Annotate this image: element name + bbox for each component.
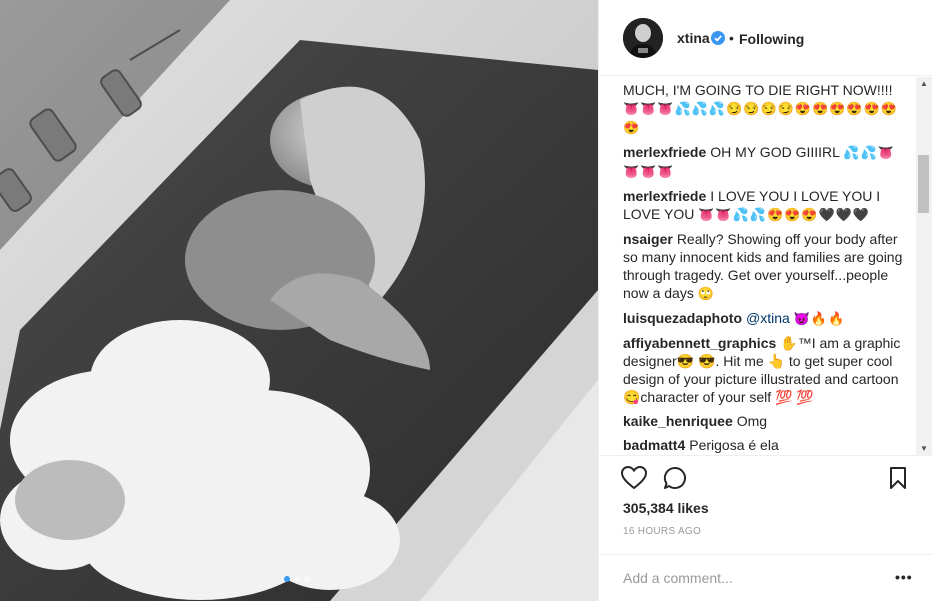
carousel-dot-active <box>284 576 290 582</box>
post-username[interactable]: xtina <box>677 30 710 46</box>
comment-emoji: 😈🔥🔥 <box>793 311 846 326</box>
comment-text: OH MY GOD GIIIIRL <box>710 144 840 160</box>
comment-username[interactable]: merlexfriede <box>623 188 706 204</box>
header-separator: • <box>729 30 734 46</box>
comment-emoji: 🙄 <box>697 286 715 301</box>
comment-item: merlexfriede I LOVE YOU I LOVE YOU I LOVE… <box>623 187 905 224</box>
avatar-image <box>623 18 663 58</box>
post-timestamp[interactable]: 16 HOURS AGO <box>623 526 701 537</box>
comment-text: MUCH, I'M GOING TO DIE RIGHT NOW!!!! <box>623 82 893 98</box>
comment-item: merlexfriede OH MY GOD GIIIIRL 💦💦👅👅👅👅 <box>623 143 905 181</box>
comment-text: Omg <box>736 413 768 429</box>
bath-photo-image <box>0 0 598 601</box>
carousel-indicator <box>284 576 310 582</box>
comment-icon[interactable] <box>663 466 687 490</box>
comment-username[interactable]: nsaiger <box>623 231 673 247</box>
comments-list[interactable]: MUCH, I'M GOING TO DIE RIGHT NOW!!!! 👅👅👅… <box>599 77 933 455</box>
more-icon[interactable]: ••• <box>895 570 913 584</box>
heart-icon[interactable] <box>621 466 647 490</box>
comment-input[interactable] <box>621 565 875 591</box>
comment-item: kaike_henriquee Omg <box>623 412 905 430</box>
comment-item: luisquezadaphoto @xtina 😈🔥🔥 <box>623 309 905 328</box>
comment-mention[interactable]: @xtina <box>746 310 790 326</box>
comment-username[interactable]: affiyabennett_graphics <box>623 335 776 351</box>
add-comment-bar: ••• <box>599 554 933 601</box>
comment-emoji: 👅👅👅💦💦💦😏😏😏😏😍😍😍😍😍😍😍 <box>623 101 898 135</box>
comment-text: Perigosa é ela <box>689 437 779 453</box>
post-header: xtina • Following <box>599 0 933 76</box>
comment-username[interactable]: merlexfriede <box>623 144 706 160</box>
comment-username[interactable]: badmatt4 <box>623 437 685 453</box>
comment-item: MUCH, I'M GOING TO DIE RIGHT NOW!!!! 👅👅👅… <box>623 81 905 137</box>
likes-count[interactable]: 305,384 likes <box>623 500 709 516</box>
scroll-up-icon[interactable]: ▲ <box>920 79 928 88</box>
comment-item: nsaiger Really? Showing off your body aft… <box>623 230 905 303</box>
comment-item: badmatt4 Perigosa é ela <box>623 436 905 454</box>
post-actions: 305,384 likes 16 HOURS AGO <box>599 455 933 555</box>
comment-emoji: 👅👅💦💦😍😍😍🖤🖤🖤 <box>698 207 871 222</box>
comment-username[interactable]: luisquezadaphoto <box>623 310 742 326</box>
comments-scrollbar[interactable]: ▲ ▼ <box>916 77 932 455</box>
comment-item: affiyabennett_graphics ✋™I am a graphic d… <box>623 334 905 406</box>
carousel-dot <box>294 576 300 582</box>
post-side-panel: xtina • Following MUCH, I'M GOING TO DIE… <box>598 0 933 601</box>
post-photo[interactable] <box>0 0 598 601</box>
following-button[interactable]: Following <box>739 31 804 47</box>
carousel-dot <box>304 576 310 582</box>
scroll-down-icon[interactable]: ▼ <box>920 444 928 453</box>
scroll-thumb[interactable] <box>918 155 929 213</box>
bookmark-icon[interactable] <box>889 466 907 490</box>
verified-icon <box>711 31 725 45</box>
avatar[interactable] <box>623 18 663 58</box>
comment-username[interactable]: kaike_henriquee <box>623 413 733 429</box>
